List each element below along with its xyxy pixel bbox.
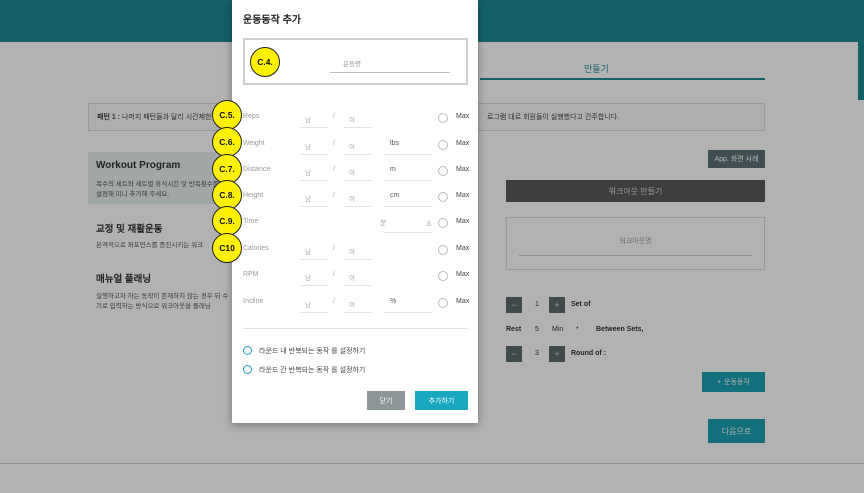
exercise-name-underline: [330, 72, 450, 73]
reps-max-label: Max: [456, 113, 470, 120]
time-minutes-input[interactable]: 분: [380, 218, 386, 228]
add-button[interactable]: 추가하기: [415, 391, 468, 410]
weight-male-input[interactable]: 남: [305, 141, 311, 151]
option-between-rounds[interactable]: 라운드 간 반복되는 동작 를 설정하기: [243, 363, 463, 377]
height-max-label: Max: [456, 192, 470, 199]
input-underline: [300, 154, 328, 155]
incline-male-input[interactable]: 남: [305, 299, 311, 309]
reps-male-input[interactable]: 남: [305, 114, 311, 124]
height-female-input[interactable]: 여: [349, 193, 355, 203]
incline-max-radio[interactable]: [438, 298, 448, 308]
height-male-input[interactable]: 남: [305, 193, 311, 203]
separator: /: [333, 245, 335, 252]
within-round-radio[interactable]: [243, 346, 252, 355]
modal-title: 운동동작 추가: [243, 15, 301, 26]
input-underline: [300, 127, 328, 128]
distance-unit: m: [390, 166, 396, 173]
input-underline: [344, 285, 372, 286]
callout-c5: C.5.: [212, 100, 242, 130]
callout-c10: C10: [212, 233, 242, 263]
distance-max-label: Max: [456, 166, 470, 173]
input-underline: [344, 312, 372, 313]
calories-max-radio[interactable]: [438, 245, 448, 255]
height-unit: cm: [390, 192, 400, 199]
rpm-max-radio[interactable]: [438, 271, 448, 281]
input-underline: [300, 180, 328, 181]
calories-male-input[interactable]: 남: [305, 246, 311, 256]
reps-female-input[interactable]: 여: [349, 114, 355, 124]
weight-max-radio[interactable]: [438, 140, 448, 150]
reps-label: Reps: [243, 113, 260, 120]
input-underline: [300, 206, 328, 207]
rpm-male-input[interactable]: 남: [305, 272, 311, 282]
incline-max-label: Max: [456, 298, 470, 305]
between-rounds-label: 라운드 간 반복되는 동작 를 설정하기: [259, 367, 366, 374]
input-underline: [384, 154, 432, 155]
time-max-label: Max: [456, 218, 470, 225]
callout-c4: C.4.: [250, 47, 280, 77]
separator: /: [333, 140, 335, 147]
separator: /: [333, 271, 335, 278]
calories-label: Calories: [243, 245, 269, 252]
input-underline: [384, 232, 432, 233]
weight-female-input[interactable]: 여: [349, 141, 355, 151]
row-incline: Incline 남 / 여 % Max: [232, 295, 478, 313]
distance-label: Distance: [243, 166, 271, 173]
input-underline: [344, 180, 372, 181]
rpm-female-input[interactable]: 여: [349, 272, 355, 282]
distance-female-input[interactable]: 여: [349, 167, 355, 177]
reps-max-radio[interactable]: [438, 113, 448, 123]
incline-label: Incline: [243, 298, 264, 305]
row-reps: Reps 남 / 여 Max: [232, 110, 478, 128]
separator: /: [333, 166, 335, 173]
row-calories: Calories 남 / 여 Max: [232, 242, 478, 260]
input-underline: [384, 180, 432, 181]
distance-male-input[interactable]: 남: [305, 167, 311, 177]
distance-max-radio[interactable]: [438, 166, 448, 176]
weight-unit: lbs: [390, 140, 399, 147]
modal-divider: [243, 328, 468, 329]
input-underline: [344, 259, 372, 260]
callout-c6: C.6.: [212, 127, 242, 157]
between-rounds-radio[interactable]: [243, 365, 252, 374]
row-weight: Weight 남 / 여 lbs Max: [232, 137, 478, 155]
row-rpm: RPM 남 / 여 Max: [232, 268, 478, 286]
close-button[interactable]: 닫기: [367, 391, 405, 410]
input-underline: [344, 206, 372, 207]
row-distance: Distance 남 / 여 m Max: [232, 163, 478, 181]
rpm-label: RPM: [243, 271, 259, 278]
row-time: Time 분 초 Max: [232, 215, 478, 233]
separator: /: [333, 192, 335, 199]
height-max-radio[interactable]: [438, 192, 448, 202]
incline-female-input[interactable]: 여: [349, 299, 355, 309]
within-round-label: 라운드 내 반복되는 동작 를 설정하기: [259, 348, 366, 355]
row-height: Height 남 / 여 cm Max: [232, 189, 478, 207]
incline-unit: %: [390, 298, 397, 305]
time-max-radio[interactable]: [438, 218, 448, 228]
input-underline: [384, 312, 432, 313]
exercise-name-placeholder: 운동명: [343, 61, 361, 68]
calories-max-label: Max: [456, 245, 470, 252]
rpm-max-label: Max: [456, 271, 470, 278]
input-underline: [344, 154, 372, 155]
separator: /: [333, 298, 335, 305]
height-label: Height: [243, 192, 264, 199]
input-underline: [300, 312, 328, 313]
input-underline: [300, 285, 328, 286]
input-underline: [384, 206, 432, 207]
calories-female-input[interactable]: 여: [349, 246, 355, 256]
separator: /: [333, 113, 335, 120]
callout-c9: C.9.: [212, 206, 242, 236]
weight-label: Weight: [243, 140, 265, 147]
time-seconds-input[interactable]: 초: [426, 218, 432, 228]
option-within-round[interactable]: 라운드 내 반복되는 동작 를 설정하기: [243, 344, 463, 358]
weight-max-label: Max: [456, 140, 470, 147]
time-label: Time: [243, 218, 259, 225]
input-underline: [344, 127, 372, 128]
input-underline: [300, 259, 328, 260]
